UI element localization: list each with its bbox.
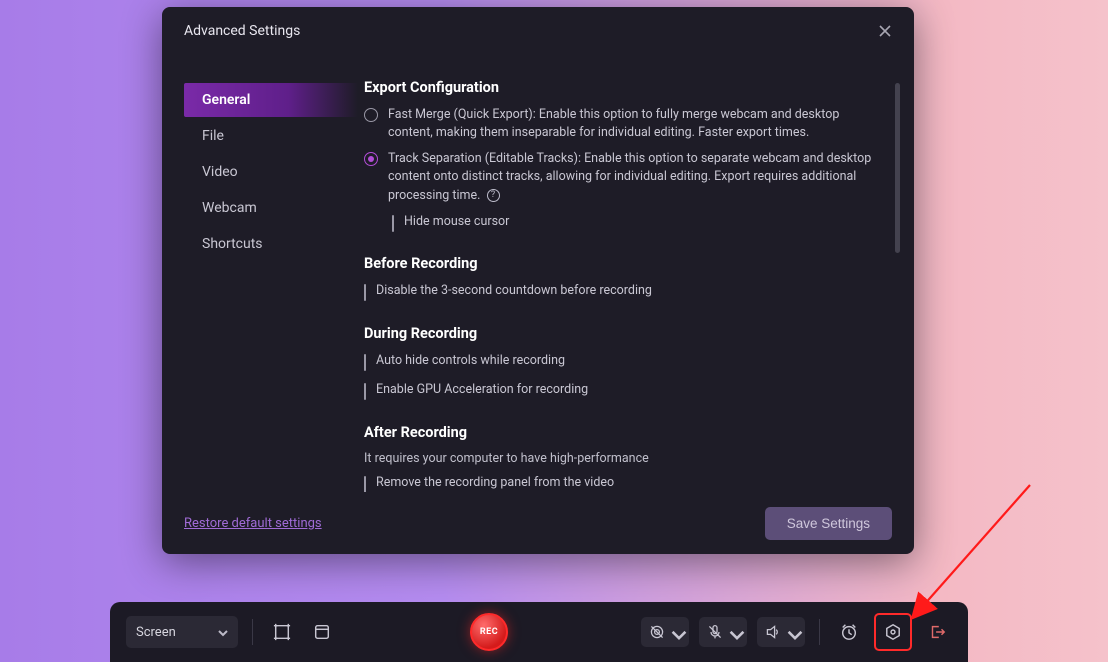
screen-source-label: Screen	[136, 625, 176, 640]
microphone-toggle[interactable]	[699, 617, 747, 647]
system-audio-toggle[interactable]	[757, 617, 805, 647]
record-button[interactable]: REC	[470, 613, 508, 651]
checkbox-icon	[364, 284, 366, 301]
sidebar-item-label: Shortcuts	[202, 236, 263, 252]
scrollbar[interactable]	[895, 83, 900, 253]
sidebar-item-video[interactable]: Video	[162, 155, 358, 189]
screen-source-select[interactable]: Screen	[126, 616, 238, 648]
crop-region-button[interactable]	[267, 617, 297, 647]
chevron-down-icon	[671, 627, 681, 637]
window-icon	[313, 623, 331, 641]
checkbox-icon	[392, 215, 394, 232]
divider	[819, 619, 820, 645]
checkbox-label: Auto hide controls while recording	[376, 352, 872, 370]
checkbox-disable-countdown[interactable]: Disable the 3-second countdown before re…	[364, 282, 872, 303]
sidebar-item-shortcuts[interactable]: Shortcuts	[162, 227, 358, 261]
webcam-off-icon	[649, 624, 665, 640]
checkbox-icon	[364, 383, 366, 400]
modal-header: Advanced Settings	[162, 7, 914, 55]
section-heading-during: During Recording	[364, 325, 872, 342]
settings-highlight	[874, 613, 912, 651]
sidebar-item-label: File	[202, 128, 224, 144]
microphone-off-icon	[707, 624, 723, 640]
checkbox-auto-hide[interactable]: Auto hide controls while recording	[364, 352, 872, 373]
divider	[252, 619, 253, 645]
section-heading-before: Before Recording	[364, 255, 872, 272]
radio-icon	[364, 108, 378, 122]
radio-fast-merge[interactable]: Fast Merge (Quick Export): Enable this o…	[364, 106, 872, 142]
rec-label: REC	[480, 627, 498, 637]
settings-main: Export Configuration Fast Merge (Quick E…	[358, 55, 914, 492]
settings-button[interactable]	[878, 617, 908, 647]
radio-label: Track Separation (Editable Tracks): Enab…	[388, 150, 872, 204]
help-icon[interactable]: ?	[487, 189, 500, 202]
crop-icon	[273, 623, 291, 641]
checkbox-label: Remove the recording panel from the vide…	[376, 474, 872, 492]
checkbox-icon	[364, 476, 366, 492]
sidebar-item-webcam[interactable]: Webcam	[162, 191, 358, 225]
checkbox-remove-panel[interactable]: Remove the recording panel from the vide…	[364, 474, 872, 492]
clock-icon	[840, 623, 858, 641]
checkbox-label: Hide mouse cursor	[404, 213, 872, 231]
sidebar-item-label: General	[202, 92, 250, 108]
section-heading-export: Export Configuration	[364, 79, 872, 96]
chevron-down-icon	[218, 627, 228, 637]
sidebar-item-file[interactable]: File	[162, 119, 358, 153]
after-note: It requires your computer to have high-p…	[364, 451, 872, 466]
modal-footer: Restore default settings Save Settings	[162, 492, 914, 554]
chevron-down-icon	[729, 627, 739, 637]
sidebar-item-label: Webcam	[202, 200, 257, 216]
speaker-icon	[765, 624, 781, 640]
gear-icon	[884, 623, 902, 641]
save-settings-button[interactable]: Save Settings	[765, 507, 892, 540]
restore-defaults-link[interactable]: Restore default settings	[184, 516, 322, 531]
checkbox-gpu-accel[interactable]: Enable GPU Acceleration for recording	[364, 381, 872, 402]
close-button[interactable]	[874, 20, 896, 42]
checkbox-icon	[364, 354, 366, 371]
close-icon	[878, 24, 892, 38]
checkbox-label: Enable GPU Acceleration for recording	[376, 381, 872, 399]
modal-title: Advanced Settings	[184, 23, 300, 39]
settings-sidebar: General File Video Webcam Shortcuts	[162, 55, 358, 492]
window-select-button[interactable]	[307, 617, 337, 647]
schedule-button[interactable]	[834, 617, 864, 647]
radio-icon	[364, 152, 378, 166]
sidebar-item-general[interactable]: General	[184, 83, 358, 117]
chevron-down-icon	[787, 627, 797, 637]
webcam-toggle[interactable]	[641, 617, 689, 647]
sidebar-item-label: Video	[202, 164, 238, 180]
exit-button[interactable]	[922, 617, 952, 647]
section-heading-after: After Recording	[364, 424, 872, 441]
recorder-toolbar: Screen REC	[110, 602, 968, 662]
radio-track-separation[interactable]: Track Separation (Editable Tracks): Enab…	[364, 150, 872, 204]
checkbox-hide-cursor[interactable]: Hide mouse cursor	[392, 213, 872, 234]
checkbox-label: Disable the 3-second countdown before re…	[376, 282, 872, 300]
radio-label: Fast Merge (Quick Export): Enable this o…	[388, 106, 872, 142]
settings-scroll[interactable]: Export Configuration Fast Merge (Quick E…	[364, 79, 890, 492]
exit-icon	[928, 623, 946, 641]
advanced-settings-modal: Advanced Settings General File Video Web…	[162, 7, 914, 554]
